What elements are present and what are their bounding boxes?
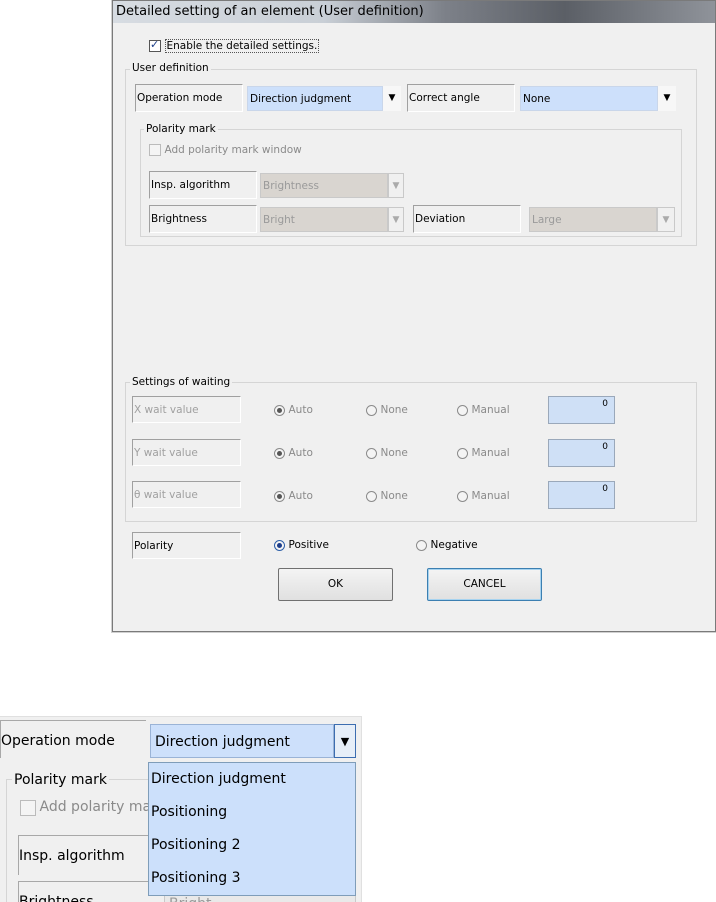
zoom-operation-mode-label: Operation mode — [0, 720, 146, 758]
y-wait-auto-radio: Auto — [274, 446, 313, 459]
deviation-dropdown: Large — [529, 207, 657, 232]
chevron-down-icon[interactable]: ▼ — [334, 724, 356, 758]
cancel-button[interactable]: CANCEL — [427, 568, 542, 601]
x-wait-auto-radio: Auto — [274, 403, 313, 416]
x-wait-value-label: X wait value — [132, 396, 241, 423]
zoom-operation-mode-dropdown[interactable]: Direction judgment — [150, 724, 334, 758]
user-definition-group-label: User definition — [130, 62, 211, 74]
radio-icon[interactable] — [416, 539, 427, 551]
enable-detailed-settings-checkbox[interactable]: Enable the detailed settings. — [149, 38, 320, 55]
y-wait-manual-radio: Manual — [457, 446, 510, 459]
polarity-label: Polarity — [132, 532, 241, 559]
option-positioning-2[interactable]: Positioning 2 — [149, 829, 355, 862]
radio-icon — [274, 404, 285, 416]
operation-mode-options-list[interactable]: Direction judgment Positioning Positioni… — [148, 762, 356, 896]
brightness-dropdown: Bright — [260, 207, 388, 232]
radio-icon — [274, 490, 285, 502]
deviation-label: Deviation — [413, 205, 521, 233]
zoom-insp-algorithm-label: Insp. algorithm — [18, 835, 168, 875]
operation-mode-label: Operation mode — [135, 84, 243, 112]
correct-angle-label: Correct angle — [407, 84, 515, 112]
radio-icon — [457, 404, 468, 416]
settings-of-waiting-group-label: Settings of waiting — [130, 376, 233, 388]
radio-icon — [274, 447, 285, 459]
zoomed-dropdown-detail: Operation mode Direction judgment ▼ Pola… — [0, 716, 362, 902]
chevron-down-icon: ▼ — [657, 207, 675, 232]
correct-angle-dropdown[interactable]: None — [520, 86, 658, 111]
x-wait-value-input: 0 — [548, 396, 615, 424]
ok-button[interactable]: OK — [278, 568, 393, 601]
checkbox-icon — [149, 144, 161, 156]
option-positioning[interactable]: Positioning — [149, 796, 355, 829]
radio-icon[interactable] — [274, 539, 285, 551]
add-polarity-mark-window-label: Add polarity mark window — [164, 144, 302, 156]
theta-wait-none-radio: None — [366, 489, 408, 502]
radio-icon — [366, 404, 377, 416]
radio-icon — [366, 490, 377, 502]
zoom-brightness-label: Brightness — [18, 881, 168, 902]
option-positioning-3[interactable]: Positioning 3 — [149, 862, 355, 895]
chevron-down-icon: ▼ — [388, 207, 404, 232]
y-wait-value-input: 0 — [548, 439, 615, 467]
radio-icon — [366, 447, 377, 459]
insp-algorithm-dropdown: Brightness — [260, 173, 388, 198]
y-wait-none-radio: None — [366, 446, 408, 459]
radio-icon — [457, 447, 468, 459]
polarity-mark-group-label: Polarity mark — [144, 123, 218, 135]
insp-algorithm-label: Insp. algorithm — [149, 171, 257, 199]
chevron-down-icon: ▼ — [388, 173, 404, 198]
checkbox-icon — [20, 800, 36, 816]
theta-wait-value-label: θ wait value — [132, 481, 241, 508]
x-wait-none-radio: None — [366, 403, 408, 416]
chevron-down-icon[interactable]: ▼ — [658, 86, 676, 111]
brightness-label: Brightness — [149, 205, 257, 233]
chevron-down-icon[interactable]: ▼ — [383, 86, 401, 111]
theta-wait-auto-radio: Auto — [274, 489, 313, 502]
x-wait-manual-radio: Manual — [457, 403, 510, 416]
zoom-polarity-mark-label: Polarity mark — [12, 772, 109, 788]
dialog-title-bar: Detailed setting of an element (User def… — [113, 1, 715, 23]
theta-wait-manual-radio: Manual — [457, 489, 510, 502]
enable-detailed-settings-label: Enable the detailed settings. — [164, 39, 320, 53]
checkbox-icon[interactable] — [149, 38, 161, 52]
theta-wait-value-input: 0 — [548, 481, 615, 509]
option-direction-judgment[interactable]: Direction judgment — [149, 763, 355, 796]
operation-mode-dropdown[interactable]: Direction judgment — [247, 86, 383, 111]
polarity-negative-radio[interactable]: Negative — [416, 538, 478, 551]
radio-icon — [457, 490, 468, 502]
y-wait-value-label: Y wait value — [132, 439, 241, 466]
detailed-setting-dialog: Detailed setting of an element (User def… — [112, 0, 716, 632]
add-polarity-mark-window-checkbox: Add polarity mark window — [149, 143, 302, 156]
zoom-add-polarity-mark-checkbox: Add polarity mark — [20, 799, 165, 816]
polarity-positive-radio[interactable]: Positive — [274, 538, 329, 551]
dialog-title: Detailed setting of an element (User def… — [116, 4, 424, 19]
